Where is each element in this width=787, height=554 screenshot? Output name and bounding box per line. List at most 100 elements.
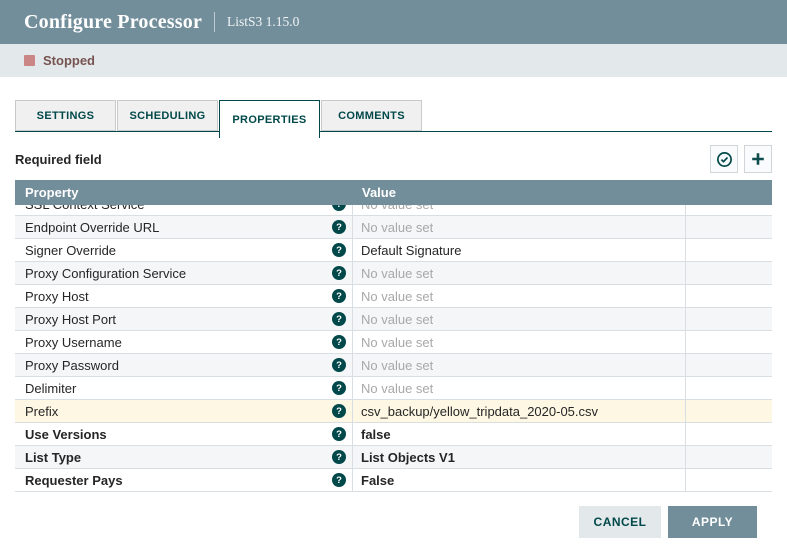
help-icon[interactable]: ? — [332, 450, 346, 464]
property-name-cell: Proxy Configuration Service ? — [15, 262, 353, 284]
property-name: SSL Context Service — [25, 205, 144, 212]
row-gutter — [686, 469, 772, 491]
property-row[interactable]: Proxy Username ? No value set — [15, 331, 772, 354]
property-value: No value set — [361, 312, 433, 327]
title-separator — [214, 12, 215, 32]
property-name-cell: Prefix ? — [15, 400, 353, 422]
property-name-cell: Proxy Username ? — [15, 331, 353, 353]
property-value-cell[interactable]: No value set — [353, 308, 686, 330]
dialog-header: Configure Processor ListS3 1.15.0 — [0, 0, 787, 44]
help-icon[interactable]: ? — [332, 220, 346, 234]
property-name: List Type — [25, 450, 81, 465]
dialog-footer: CANCEL APPLY — [15, 506, 772, 538]
property-value-cell[interactable]: No value set — [353, 205, 686, 215]
property-value-cell[interactable]: False — [353, 469, 686, 491]
help-icon[interactable]: ? — [332, 243, 346, 257]
property-value-cell[interactable]: No value set — [353, 262, 686, 284]
property-row[interactable]: Use Versions ? false — [15, 423, 772, 446]
property-value-cell[interactable]: Default Signature — [353, 239, 686, 261]
help-icon[interactable]: ? — [332, 404, 346, 418]
property-value: No value set — [361, 381, 433, 396]
help-icon[interactable]: ? — [332, 289, 346, 303]
help-icon[interactable]: ? — [332, 427, 346, 441]
tab-comments[interactable]: COMMENTS — [321, 100, 422, 131]
row-gutter — [686, 331, 772, 353]
property-name-cell: List Type ? — [15, 446, 353, 468]
property-name: Proxy Username — [25, 335, 122, 350]
property-value: csv_backup/yellow_tripdata_2020-05.csv — [361, 404, 598, 419]
property-name-cell: Requester Pays ? — [15, 469, 353, 491]
property-value: No value set — [361, 289, 433, 304]
property-value-cell[interactable]: No value set — [353, 354, 686, 376]
row-gutter — [686, 354, 772, 376]
help-icon[interactable]: ? — [332, 358, 346, 372]
help-icon[interactable]: ? — [332, 205, 346, 211]
row-gutter — [686, 400, 772, 422]
tab-scheduling[interactable]: SCHEDULING — [117, 100, 218, 131]
add-property-button[interactable] — [744, 145, 772, 173]
property-row[interactable]: List Type ? List Objects V1 — [15, 446, 772, 469]
status-label: Stopped — [43, 53, 95, 68]
property-name-cell: Endpoint Override URL ? — [15, 216, 353, 238]
property-name-cell: Proxy Host ? — [15, 285, 353, 307]
properties-table-body[interactable]: SSL Context Service ? No value set Endpo… — [15, 205, 772, 492]
property-row[interactable]: Delimiter ? No value set — [15, 377, 772, 400]
verify-properties-button[interactable] — [710, 145, 738, 173]
property-row[interactable]: SSL Context Service ? No value set — [15, 205, 772, 216]
property-value: List Objects V1 — [361, 450, 455, 465]
property-name: Proxy Configuration Service — [25, 266, 186, 281]
property-row[interactable]: Prefix ? csv_backup/yellow_tripdata_2020… — [15, 400, 772, 423]
property-row[interactable]: Proxy Configuration Service ? No value s… — [15, 262, 772, 285]
property-value: No value set — [361, 205, 433, 212]
property-name: Endpoint Override URL — [25, 220, 159, 235]
property-value-cell[interactable]: false — [353, 423, 686, 445]
tab-settings[interactable]: SETTINGS — [15, 100, 116, 131]
processor-type-version: ListS3 1.15.0 — [227, 14, 299, 30]
property-row[interactable]: Requester Pays ? False — [15, 469, 772, 492]
property-value: false — [361, 427, 391, 442]
column-header-value: Value — [353, 185, 396, 200]
property-name: Prefix — [25, 404, 58, 419]
row-gutter — [686, 377, 772, 399]
property-name: Proxy Host Port — [25, 312, 116, 327]
properties-table: Property Value SSL Context Service ? No … — [15, 180, 772, 492]
property-row[interactable]: Proxy Host Port ? No value set — [15, 308, 772, 331]
stopped-icon — [24, 55, 35, 66]
help-icon[interactable]: ? — [332, 473, 346, 487]
check-circle-icon — [716, 151, 733, 168]
dialog-title: Configure Processor — [24, 11, 202, 34]
property-value-cell[interactable]: List Objects V1 — [353, 446, 686, 468]
property-value-cell[interactable]: No value set — [353, 377, 686, 399]
cancel-button[interactable]: CANCEL — [579, 506, 661, 538]
property-value-cell[interactable]: No value set — [353, 216, 686, 238]
column-header-property: Property — [15, 185, 353, 200]
tab-label: COMMENTS — [338, 110, 405, 122]
toolbar-buttons — [710, 145, 772, 173]
tab-label: SCHEDULING — [129, 110, 205, 122]
apply-button[interactable]: APPLY — [668, 506, 757, 538]
property-value-cell[interactable]: No value set — [353, 331, 686, 353]
help-icon[interactable]: ? — [332, 381, 346, 395]
status-bar: Stopped — [0, 44, 787, 77]
help-icon[interactable]: ? — [332, 312, 346, 326]
tab-properties[interactable]: PROPERTIES — [219, 100, 320, 138]
property-row[interactable]: Proxy Password ? No value set — [15, 354, 772, 377]
tab-label: PROPERTIES — [232, 114, 306, 126]
property-name-cell: SSL Context Service ? — [15, 205, 353, 215]
property-row[interactable]: Proxy Host ? No value set — [15, 285, 772, 308]
property-value-cell[interactable]: csv_backup/yellow_tripdata_2020-05.csv — [353, 400, 686, 422]
tabs: SETTINGS SCHEDULING PROPERTIES COMMENTS — [15, 100, 772, 138]
property-value-cell[interactable]: No value set — [353, 285, 686, 307]
property-name-cell: Delimiter ? — [15, 377, 353, 399]
help-icon[interactable]: ? — [332, 335, 346, 349]
property-value: No value set — [361, 335, 433, 350]
row-gutter — [686, 239, 772, 261]
dialog-content: SETTINGS SCHEDULING PROPERTIES COMMENTS … — [0, 100, 787, 538]
help-icon[interactable]: ? — [332, 266, 346, 280]
property-row[interactable]: Signer Override ? Default Signature — [15, 239, 772, 262]
property-name-cell: Signer Override ? — [15, 239, 353, 261]
property-name: Proxy Password — [25, 358, 119, 373]
row-gutter — [686, 423, 772, 445]
property-row[interactable]: Endpoint Override URL ? No value set — [15, 216, 772, 239]
property-name: Delimiter — [25, 381, 76, 396]
